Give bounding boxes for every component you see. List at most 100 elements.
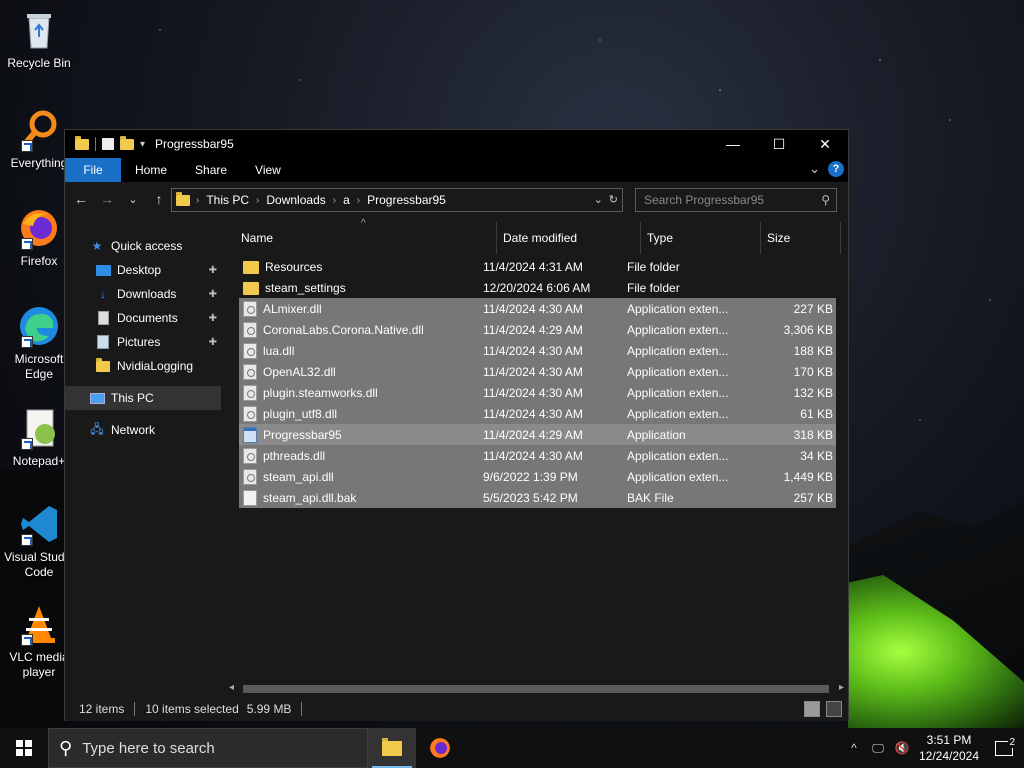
table-row[interactable]: pthreads.dll 11/4/2024 4:30 AM Application… xyxy=(239,445,836,466)
volume-muted-icon[interactable]: 🔇 xyxy=(890,741,914,755)
ribbon-tabs: File Home Share View ⌄ ? xyxy=(65,158,848,182)
horizontal-scrollbar[interactable]: ◂ ▸ xyxy=(221,682,848,696)
table-row[interactable]: plugin.steamworks.dll 11/4/2024 4:30 AM Ap… xyxy=(239,382,836,403)
sidebar-item-label: Quick access xyxy=(111,239,183,253)
tab-share[interactable]: Share xyxy=(181,158,241,182)
clock[interactable]: 3:51 PM 12/24/2024 xyxy=(914,732,984,764)
properties-icon[interactable] xyxy=(102,138,114,150)
new-folder-icon[interactable] xyxy=(120,135,134,150)
table-row[interactable]: lua.dll 11/4/2024 4:30 AM Application exte… xyxy=(239,340,836,361)
pin-icon[interactable]: ✚ xyxy=(209,337,217,348)
taskbar-file-explorer[interactable] xyxy=(368,728,416,768)
breadcrumb-downloads[interactable]: Downloads xyxy=(259,193,332,207)
tray-chevron-icon[interactable]: ^ xyxy=(842,741,866,755)
maximize-button[interactable]: ☐ xyxy=(756,130,802,158)
table-row[interactable]: steam_settings 12/20/2024 6:06 AM File fol… xyxy=(239,277,836,298)
tab-home[interactable]: Home xyxy=(121,158,181,182)
file-size: 318 KB xyxy=(793,427,833,442)
folder-icon xyxy=(243,261,259,274)
breadcrumb-this-pc[interactable]: This PC xyxy=(199,193,256,207)
notification-center-button[interactable]: 2 xyxy=(984,736,1024,756)
application-icon xyxy=(243,426,257,443)
firefox-icon xyxy=(430,738,450,758)
dll-file-icon xyxy=(243,363,257,380)
search-input[interactable]: Search Progressbar95 xyxy=(644,193,764,207)
sidebar-item-pictures[interactable]: Pictures ✚ xyxy=(65,330,221,354)
file-size: 34 KB xyxy=(800,448,833,463)
sidebar-item-desktop[interactable]: Desktop ✚ xyxy=(65,258,221,282)
expand-ribbon-icon[interactable]: ⌄ xyxy=(809,161,820,177)
file-name: Resources xyxy=(265,259,323,274)
bak-file-icon xyxy=(243,489,257,506)
qat-dropdown-icon[interactable]: ▾ xyxy=(140,139,145,150)
file-date: 11/4/2024 4:29 AM xyxy=(483,427,583,442)
ribbon-right: ⌄ ? xyxy=(809,161,844,177)
file-date: 11/4/2024 4:30 AM xyxy=(483,448,583,463)
sidebar-item-documents[interactable]: Documents ✚ xyxy=(65,306,221,330)
sidebar-item-this-pc[interactable]: This PC xyxy=(65,386,221,410)
details-view-icon[interactable] xyxy=(804,701,820,717)
recent-locations-icon[interactable]: ⌄ xyxy=(123,193,143,206)
quick-access-toolbar: ▾ xyxy=(65,135,145,151)
column-date-modified[interactable]: Date modified xyxy=(497,222,641,254)
breadcrumb-a[interactable]: a xyxy=(336,193,357,207)
download-icon: ↓ xyxy=(100,287,106,301)
title-bar[interactable]: ▾ Progressbar95 — ☐ ✕ xyxy=(65,130,848,158)
column-size[interactable]: Size xyxy=(761,222,841,254)
firefox-icon xyxy=(17,206,61,250)
taskbar: ⚲ Type here to search ^ 🖵 🔇 3:51 PM 12/2… xyxy=(0,728,1024,768)
file-date: 9/6/2022 1:39 PM xyxy=(483,469,578,484)
address-bar[interactable]: › This PC › Downloads › a › Progressbar9… xyxy=(171,188,623,212)
sidebar-item-downloads[interactable]: ↓ Downloads ✚ xyxy=(65,282,221,306)
start-button[interactable] xyxy=(0,728,48,768)
scrollbar-thumb[interactable] xyxy=(243,685,829,693)
view-switcher xyxy=(804,701,842,717)
column-name[interactable]: Name xyxy=(235,222,497,254)
refresh-icon[interactable]: ↻ xyxy=(609,193,618,206)
file-type: Application exten... xyxy=(627,322,729,337)
taskbar-firefox[interactable] xyxy=(416,728,464,768)
taskbar-search-box[interactable]: ⚲ Type here to search xyxy=(48,728,368,768)
table-row[interactable]: ALmixer.dll 11/4/2024 4:30 AM Application … xyxy=(239,298,836,319)
table-row[interactable]: plugin_utf8.dll 11/4/2024 4:30 AM Applicat… xyxy=(239,403,836,424)
table-row[interactable]: CoronaLabs.Corona.Native.dll 11/4/2024 4:… xyxy=(239,319,836,340)
table-row[interactable]: Resources 11/4/2024 4:31 AM File folder xyxy=(239,256,836,277)
sidebar-item-quick-access[interactable]: ★ Quick access xyxy=(65,234,221,258)
pin-icon[interactable]: ✚ xyxy=(209,265,217,276)
status-bar: 12 items 10 items selected 5.99 MB xyxy=(65,697,848,721)
pin-icon[interactable]: ✚ xyxy=(209,313,217,324)
up-arrow-icon[interactable]: ↑ xyxy=(149,191,169,207)
column-type[interactable]: Type xyxy=(641,222,761,254)
dll-file-icon xyxy=(243,384,257,401)
table-row[interactable]: steam_api.dll.bak 5/5/2023 5:42 PM BAK Fil… xyxy=(239,487,836,508)
breadcrumb-progressbar95[interactable]: Progressbar95 xyxy=(360,193,453,207)
taskbar-search-input[interactable]: Type here to search xyxy=(82,740,215,757)
file-date: 11/4/2024 4:30 AM xyxy=(483,406,583,421)
back-arrow-icon[interactable]: ← xyxy=(71,191,91,207)
help-icon[interactable]: ? xyxy=(828,161,844,177)
search-box[interactable]: Search Progressbar95 ⚲ xyxy=(635,188,837,212)
file-type: Application exten... xyxy=(627,469,729,484)
scroll-left-icon[interactable]: ◂ xyxy=(229,682,234,693)
network-disconnected-icon[interactable]: 🖵 xyxy=(866,741,890,756)
tab-file[interactable]: File xyxy=(65,158,121,182)
table-row[interactable]: steam_api.dll 9/6/2022 1:39 PM Application… xyxy=(239,466,836,487)
desktop-icon-recycle-bin[interactable]: Recycle Bin xyxy=(2,8,76,71)
sidebar-item-label: Network xyxy=(111,423,156,437)
vscode-icon xyxy=(17,502,61,546)
pin-icon[interactable]: ✚ xyxy=(209,289,217,300)
dll-file-icon xyxy=(243,405,257,422)
scroll-right-icon[interactable]: ▸ xyxy=(839,682,844,693)
minimize-button[interactable]: — xyxy=(710,130,756,158)
table-row[interactable]: Progressbar95 11/4/2024 4:29 AM Applicatio… xyxy=(239,424,836,445)
address-dropdown-icon[interactable]: ⌄ xyxy=(594,193,603,206)
large-icons-view-icon[interactable] xyxy=(826,701,842,717)
forward-arrow-icon[interactable]: → xyxy=(97,191,117,207)
sidebar-item-nvidialogging[interactable]: NvidiaLogging xyxy=(65,354,221,378)
sidebar-item-network[interactable]: 🖧 Network xyxy=(65,418,221,442)
network-icon: 🖧 xyxy=(90,421,104,436)
tab-view[interactable]: View xyxy=(241,158,295,182)
table-row[interactable]: OpenAL32.dll 11/4/2024 4:30 AM Application… xyxy=(239,361,836,382)
file-name: steam_api.dll.bak xyxy=(263,490,357,505)
close-button[interactable]: ✕ xyxy=(802,130,848,158)
